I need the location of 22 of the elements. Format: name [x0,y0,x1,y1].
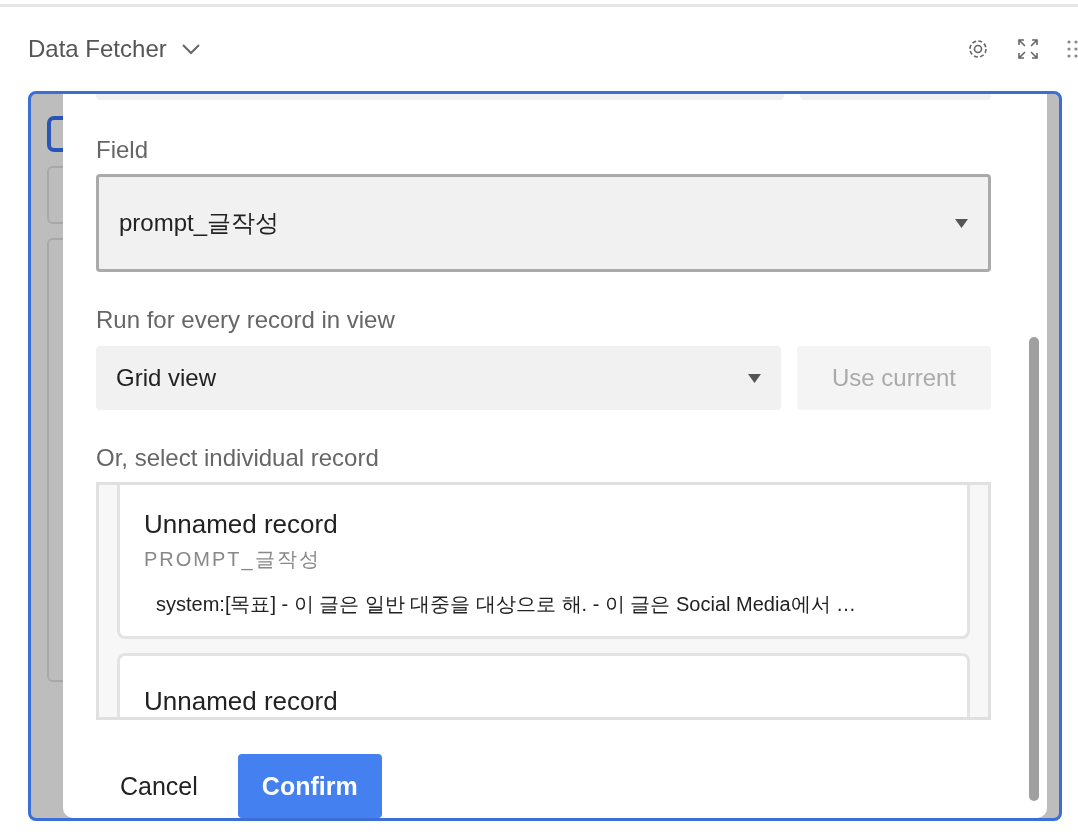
cancel-button[interactable]: Cancel [96,754,222,818]
record-card[interactable]: Unnamed record [117,653,970,717]
settings-icon[interactable] [966,37,990,61]
record-title: Unnamed record [144,509,339,540]
record-card[interactable]: Unnamed record PROMPT_글작성 system:[목표] - 이 글은 일반 대중을 대상으로 해. - 이 글은 Social Media에서 … [117,485,970,639]
widget-title[interactable]: Data Fetcher [28,35,167,63]
record-field-name: PROMPT_글작성 [144,547,322,573]
field-select[interactable]: prompt_글작성 [96,174,991,272]
dropdown-arrow-icon [748,373,761,383]
select-field[interactable] [799,94,991,100]
records-label: Or, select individual record [96,444,380,472]
field-label: Field [96,136,150,164]
confirm-button[interactable]: Confirm [237,754,382,818]
dropdown-arrow-icon [955,218,968,228]
record-title: Unnamed record [144,686,339,717]
select-field[interactable] [96,94,784,100]
scrollbar[interactable] [1029,337,1039,801]
view-label: Run for every record in view [96,306,396,334]
expand-icon[interactable] [1016,37,1040,61]
chevron-down-icon[interactable] [180,43,201,55]
record-preview: system:[목표] - 이 글은 일반 대중을 대상으로 해. - 이 글은 Social Media에서 … [156,592,858,617]
view-select[interactable]: Grid view [96,346,781,410]
